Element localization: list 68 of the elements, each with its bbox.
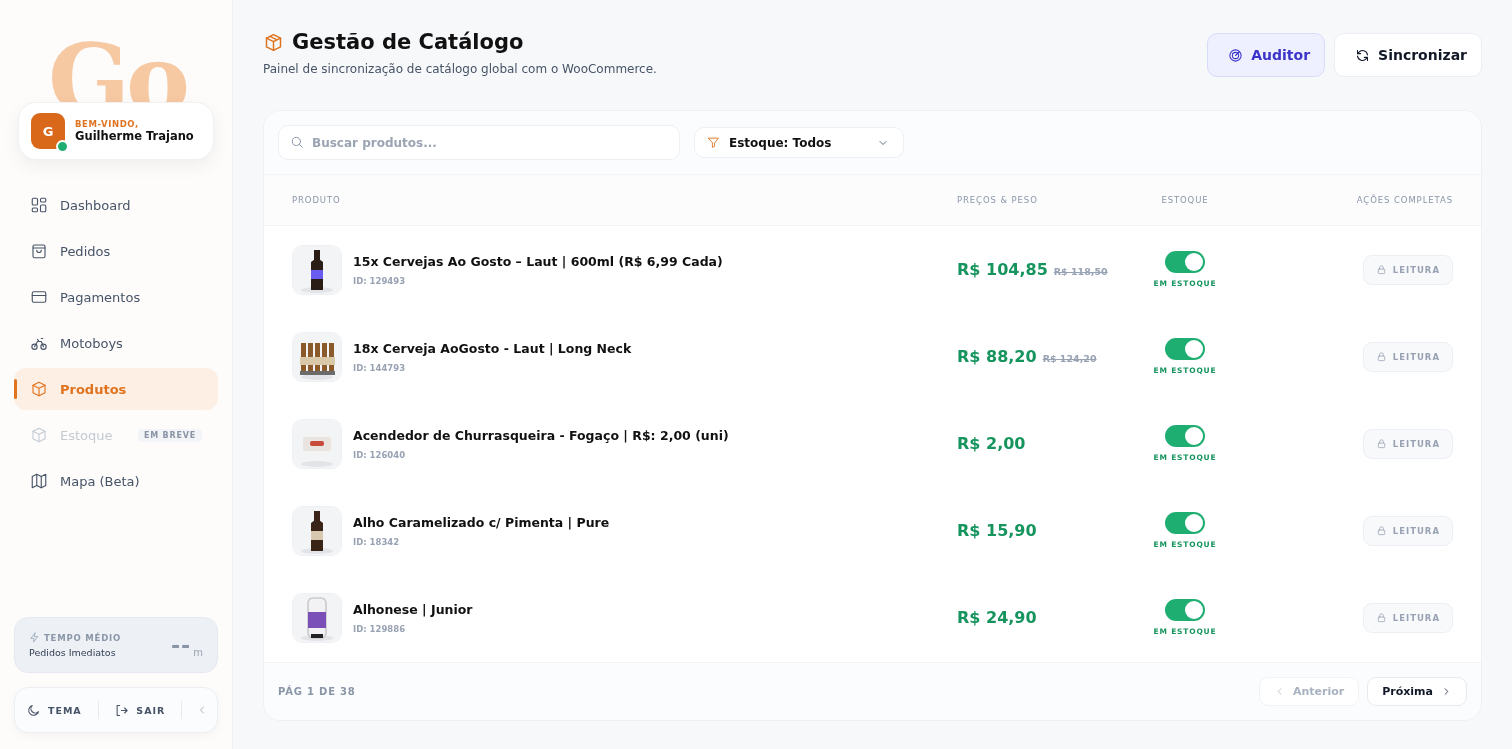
box-icon	[263, 31, 284, 53]
product-price: R$ 15,90	[957, 521, 1037, 540]
product-name: Alhonese | Junior	[353, 601, 473, 617]
stat-title: TEMPO MÉDIO	[44, 632, 121, 643]
lightning-icon	[29, 632, 40, 643]
stock-toggle[interactable]	[1165, 425, 1205, 447]
nav-item[interactable]: Pagamentos	[14, 276, 218, 318]
box-icon	[30, 380, 48, 398]
logout-button[interactable]: SAIR	[108, 696, 172, 724]
nav-item[interactable]: Dashboard	[14, 184, 218, 226]
nav-item[interactable]: Motoboys	[14, 322, 218, 364]
stat-unit: m	[193, 647, 203, 658]
product-price: R$ 104,85	[957, 260, 1048, 279]
product-price: R$ 24,90	[957, 608, 1037, 627]
greeting: BEM-VINDO,	[75, 119, 139, 129]
product-id: ID: 129886	[353, 623, 407, 634]
product-id: ID: 18342	[353, 536, 401, 547]
column-header: PREÇOS & PESO	[957, 195, 1039, 205]
stock-toggle[interactable]	[1165, 512, 1205, 534]
stock-toggle[interactable]	[1165, 599, 1205, 621]
product-name: Alho Caramelizado c/ Pimenta | Pure	[353, 514, 610, 530]
radar-icon	[1228, 47, 1244, 63]
page-indicator: PÁG 1 DE 38	[278, 686, 356, 697]
auditor-button[interactable]: Auditor	[1207, 33, 1326, 77]
old-price: R$ 118,50	[1053, 266, 1108, 277]
page-title: Gestão de Catálogo	[292, 30, 524, 54]
next-button[interactable]: Próxima	[1367, 677, 1467, 706]
stock-toggle[interactable]	[1165, 251, 1205, 273]
soon-badge: EM BREVE	[138, 428, 202, 442]
theme-button[interactable]: TEMA	[19, 696, 88, 724]
product-id: ID: 144793	[353, 362, 407, 373]
product-name: 15x Cervejas Ao Gosto – Laut | 600ml (R$ 6,99 Cada)	[353, 253, 723, 269]
lock-icon	[1375, 525, 1387, 536]
map-icon	[30, 472, 48, 490]
column-header: AÇÕES COMPLETAS	[1355, 195, 1453, 205]
column-header: PRODUTO	[292, 195, 342, 205]
page-subtitle: Painel de sincronização de catálogo global com o WooCommerce.	[263, 62, 657, 76]
stat-value: --	[171, 632, 192, 658]
product-price: R$ 88,20	[957, 347, 1037, 366]
lock-icon	[1375, 264, 1387, 275]
nav-item[interactable]: Mapa (Beta)	[14, 460, 218, 502]
product-id: ID: 126040	[353, 449, 407, 460]
filter-icon	[707, 136, 720, 149]
stock-toggle[interactable]	[1165, 338, 1205, 360]
nav-item[interactable]: Pedidos	[14, 230, 218, 272]
moon-icon	[25, 702, 41, 718]
bag-icon	[30, 242, 48, 260]
lock-icon	[1375, 438, 1387, 449]
product-id: ID: 129493	[353, 275, 407, 286]
avatar: G	[31, 113, 65, 149]
column-header: ESTOQUE	[1160, 195, 1210, 205]
old-price: R$ 124,20	[1042, 353, 1097, 364]
logout-icon	[114, 702, 130, 718]
search-icon	[290, 135, 304, 149]
product-name: Acendedor de Churrasqueira - Fogaço | R$: 2,00 (uni)	[353, 427, 729, 443]
sync-button[interactable]: Sincronizar	[1334, 33, 1482, 77]
card-icon	[30, 288, 48, 306]
user-name: Guilherme Trajano	[75, 129, 194, 143]
box-icon	[30, 426, 48, 444]
grid-icon	[30, 196, 48, 214]
stock-filter-dropdown[interactable]: Estoque: Todos	[694, 127, 904, 158]
refresh-icon	[1355, 47, 1371, 63]
stat-subtitle: Pedidos Imediatos	[29, 647, 117, 658]
lock-icon	[1375, 351, 1387, 362]
product-price: R$ 2,00	[957, 434, 1026, 453]
search-field[interactable]: Buscar produtos...	[278, 125, 680, 160]
product-name: 18x Cerveja AoGosto - Laut | Long Neck	[353, 340, 632, 356]
lock-icon	[1375, 612, 1387, 623]
